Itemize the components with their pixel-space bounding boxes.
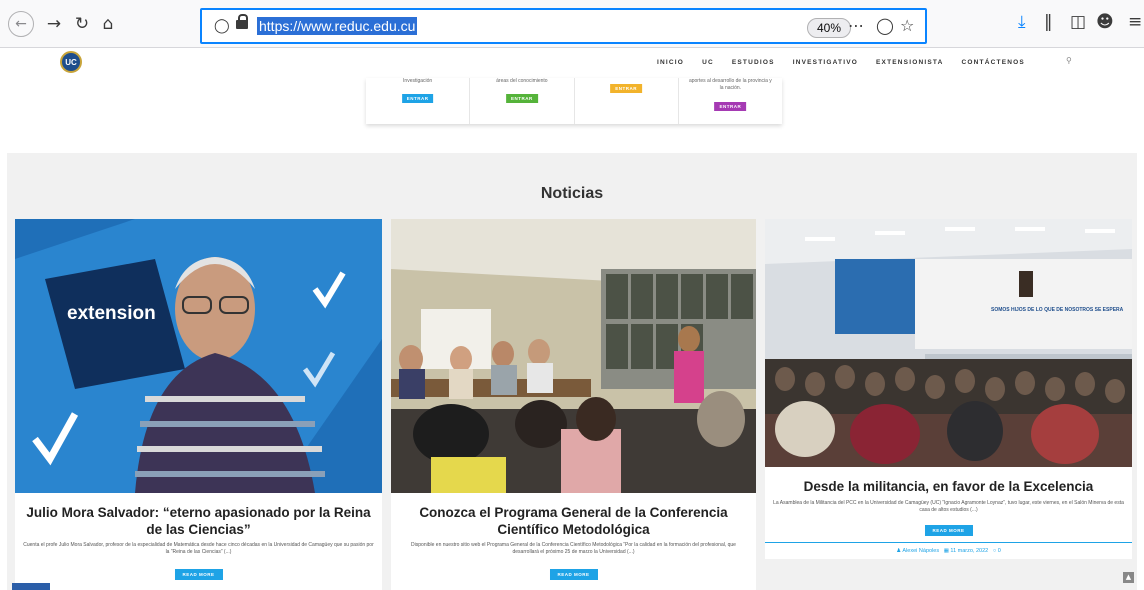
comment-count[interactable]: 0: [998, 548, 1001, 554]
area-enter-button[interactable]: ENTRAR: [714, 102, 747, 111]
area-card-text: Investigación: [403, 78, 433, 84]
news-image-conferencia[interactable]: [391, 219, 756, 493]
area-card-text: aportes al desarrollo de la provincia y …: [688, 78, 772, 91]
area-enter-button[interactable]: ENTRAR: [506, 94, 538, 103]
nav-investigativo[interactable]: INVESTIGATIVO: [793, 59, 858, 66]
news-date: 11 marzo, 2022: [950, 548, 989, 554]
page-actions-icon[interactable]: ⋯: [848, 16, 864, 35]
news-card: Conozca el Programa General de la Confer…: [391, 219, 756, 590]
card-divider: [765, 542, 1132, 543]
news-image-militancia[interactable]: SOMOS HIJOS DE LO QUE DE NOSOTROS SE ESP…: [765, 219, 1132, 467]
pocket-icon[interactable]: ◯: [876, 16, 894, 35]
calendar-icon: ▦: [943, 548, 949, 554]
scroll-to-top-icon[interactable]: ▲: [1123, 572, 1134, 583]
corner-widget-button[interactable]: [12, 583, 50, 590]
news-heading[interactable]: Desde la militancia, en favor de la Exce…: [773, 478, 1124, 495]
news-excerpt: La Asamblea de la Militancia del PCC en …: [773, 500, 1124, 513]
area-enter-button[interactable]: ENTRAR: [610, 84, 642, 93]
area-enter-button[interactable]: ENTRAR: [401, 94, 434, 103]
author-icon: ♟: [896, 548, 902, 554]
news-heading[interactable]: Conozca el Programa General de la Confer…: [399, 504, 748, 538]
url-bar[interactable]: ◯ https://www.reduc.edu.cu 40% ⋯ ◯ ☆: [200, 8, 927, 44]
library-icon[interactable]: ‖: [1044, 12, 1053, 32]
forward-arrow-icon[interactable]: →: [42, 12, 66, 36]
news-section: Noticias extension Julio Mora Salvador: …: [7, 153, 1137, 590]
news-heading[interactable]: Julio Mora Salvador: “eterno apasionado …: [23, 504, 374, 538]
read-more-button[interactable]: READ MORE: [549, 569, 598, 580]
sidebar-icon[interactable]: ◫: [1070, 12, 1086, 32]
university-logo[interactable]: UC: [60, 51, 82, 73]
download-icon[interactable]: ⤓: [1018, 12, 1026, 32]
reload-icon[interactable]: ↻: [70, 12, 94, 36]
menu-icon[interactable]: ≡: [1128, 12, 1142, 32]
news-meta: ♟ Alexei Nápoles ▦ 11 marzo, 2022 ○ 0: [765, 548, 1132, 554]
comment-icon: ○: [992, 548, 997, 554]
nav-extensionista[interactable]: EXTENSIONISTA: [876, 59, 944, 66]
nav-inicio[interactable]: INICIO: [657, 59, 684, 66]
news-excerpt: Cuenta el profe Julio Mora Salvador, pro…: [23, 542, 374, 555]
url-text[interactable]: https://www.reduc.edu.cu: [257, 17, 418, 35]
area-card-text: áreas del conocimiento: [496, 78, 548, 84]
nav-estudios[interactable]: ESTUDIOS: [732, 59, 775, 66]
area-card: aportes al desarrollo de la provincia y …: [679, 78, 782, 124]
news-image-julio-mora[interactable]: extension: [15, 219, 382, 493]
area-card: Investigación ENTRAR: [366, 78, 471, 124]
nav-uc[interactable]: UC: [702, 59, 714, 66]
back-arrow-icon[interactable]: ←: [8, 11, 34, 37]
browser-toolbar: ← → ↻ ⌂ ◯ https://www.reduc.edu.cu 40% ⋯…: [0, 0, 1144, 48]
news-author[interactable]: Alexei Nápoles: [902, 548, 939, 554]
search-icon[interactable]: ⚲: [1066, 56, 1072, 65]
tracking-shield-icon[interactable]: ◯: [214, 18, 230, 34]
nav-contactenos[interactable]: CONTÁCTENOS: [962, 59, 1025, 66]
bookmark-star-icon[interactable]: ☆: [900, 16, 914, 35]
area-card: ENTRAR: [575, 78, 679, 124]
read-more-button[interactable]: READ MORE: [174, 569, 223, 580]
area-card: áreas del conocimiento ENTRAR: [470, 78, 575, 124]
news-excerpt: Disponible en nuestro sitio web el Progr…: [411, 542, 736, 555]
zoom-level-indicator[interactable]: 40%: [807, 18, 852, 38]
read-more-button[interactable]: READ MORE: [924, 525, 973, 536]
image-caption: extension: [67, 303, 156, 324]
home-icon[interactable]: ⌂: [96, 12, 120, 36]
news-section-title: Noticias: [540, 185, 604, 202]
account-icon[interactable]: ☻: [1096, 12, 1114, 32]
news-card: SOMOS HIJOS DE LO QUE DE NOSOTROS SE ESP…: [765, 219, 1132, 559]
site-header: UC INICIO UC ESTUDIOS INVESTIGATIVO EXTE…: [0, 48, 1144, 78]
lock-icon[interactable]: [236, 14, 248, 31]
news-card: extension Julio Mora Salvador: “eterno a…: [15, 219, 382, 590]
areas-cards-strip: Investigación ENTRAR áreas del conocimie…: [366, 78, 782, 124]
main-navigation: INICIO UC ESTUDIOS INVESTIGATIVO EXTENSI…: [657, 59, 1043, 66]
stage-banner-text: SOMOS HIJOS DE LO QUE DE NOSOTROS SE ESP…: [991, 307, 1124, 313]
